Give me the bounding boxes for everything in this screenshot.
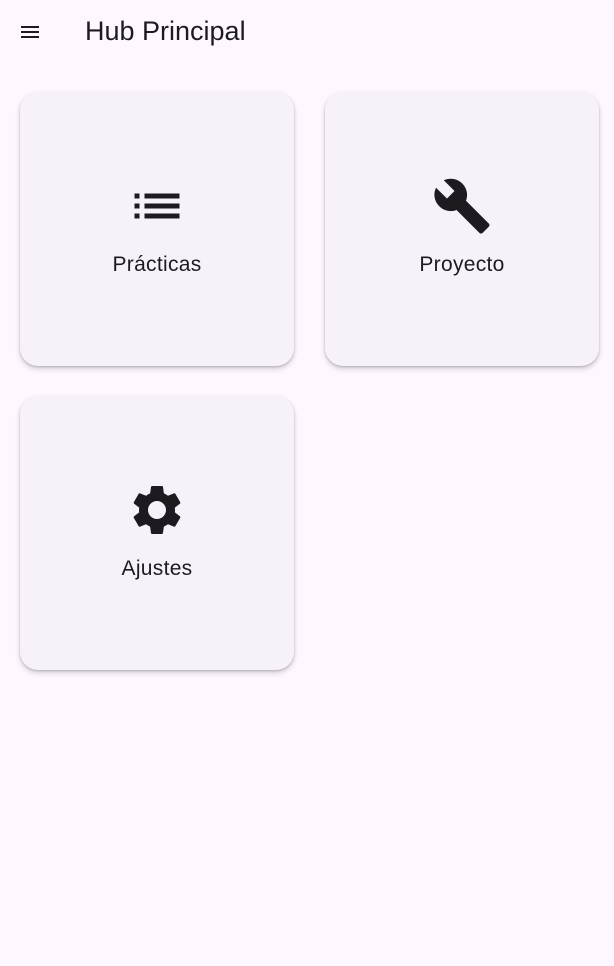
gear-icon — [127, 480, 187, 540]
wrench-icon — [432, 176, 492, 236]
proyecto-card[interactable]: Proyecto — [325, 92, 599, 366]
list-icon — [127, 176, 187, 236]
ajustes-card[interactable]: Ajustes — [20, 396, 294, 670]
ajustes-label: Ajustes — [121, 557, 193, 580]
hub-grid: Prácticas Proyecto Ajustes — [0, 0, 614, 966]
proyecto-label: Proyecto — [419, 253, 505, 276]
practicas-label: Prácticas — [112, 253, 202, 276]
practicas-card[interactable]: Prácticas — [20, 92, 294, 366]
